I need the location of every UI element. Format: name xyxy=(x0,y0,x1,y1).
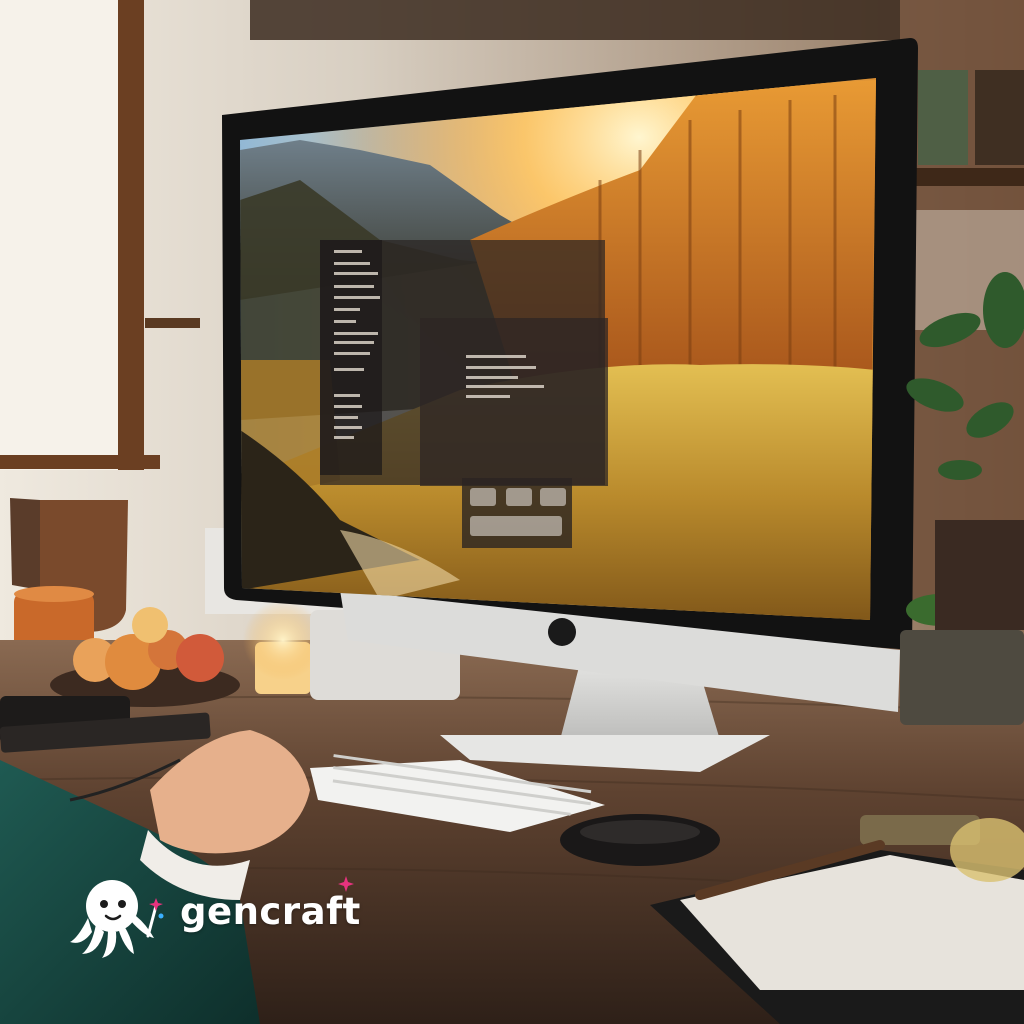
desk-photo-scene xyxy=(0,0,1024,1024)
octopus-mascot-icon xyxy=(70,880,164,958)
gencraft-watermark: gencraft xyxy=(68,876,368,960)
watermark-brand-text: gencraft xyxy=(180,890,361,933)
